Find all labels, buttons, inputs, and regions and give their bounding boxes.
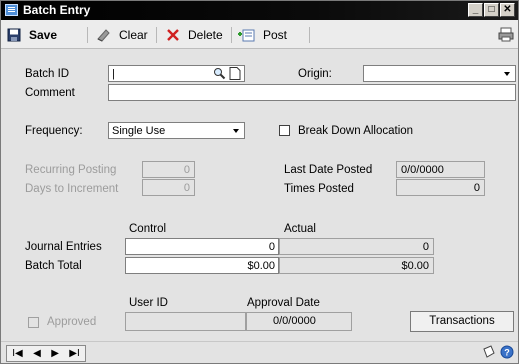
clear-button[interactable]: Clear: [95, 26, 148, 44]
batch-id-input[interactable]: |: [108, 65, 245, 82]
journal-entries-control-value: 0: [268, 241, 275, 253]
days-to-increment-field: 0: [142, 179, 195, 196]
save-label: Save: [29, 28, 58, 42]
transactions-button[interactable]: Transactions: [410, 311, 514, 332]
note-icon[interactable]: [482, 345, 496, 359]
batch-total-label: Batch Total: [25, 260, 82, 272]
last-date-posted-field: 0/0/0000: [396, 161, 485, 178]
frequency-dropdown[interactable]: Single Use: [108, 122, 245, 139]
last-date-posted-label: Last Date Posted: [284, 164, 373, 176]
maximize-button[interactable]: □: [484, 3, 499, 17]
batch-total-control-input[interactable]: $0.00: [125, 257, 279, 274]
toolbar-separator: [231, 27, 232, 43]
next-record-button[interactable]: ▶: [51, 348, 59, 359]
svg-text:?: ?: [504, 348, 510, 358]
eraser-icon: [97, 29, 110, 42]
last-date-posted-value: 0/0/0000: [401, 164, 444, 176]
save-button[interactable]: Save: [7, 26, 57, 44]
days-to-increment-value: 0: [183, 182, 190, 194]
post-label: Post: [263, 28, 288, 42]
batch-id-value: |: [112, 68, 115, 80]
recurring-posting-field: 0: [142, 161, 195, 178]
last-record-button[interactable]: ▶I: [69, 348, 79, 359]
printer-icon[interactable]: [498, 27, 514, 42]
journal-entries-actual-field: 0: [279, 238, 434, 255]
break-down-allocation-label: Break Down Allocation: [298, 125, 414, 137]
delete-label: Delete: [188, 28, 223, 42]
days-to-increment-label: Days to Increment: [25, 183, 119, 195]
clear-label: Clear: [119, 28, 148, 42]
user-id-field: [125, 312, 246, 331]
title-bar: Batch Entry _ □ ✕: [1, 1, 518, 20]
recurring-posting-value: 0: [183, 164, 190, 176]
recurring-posting-label: Recurring Posting: [25, 164, 117, 176]
record-navigation: I◀ ◀ ▶ ▶I: [6, 345, 86, 362]
previous-record-button[interactable]: ◀: [33, 348, 41, 359]
batch-id-label: Batch ID: [25, 68, 70, 80]
comment-input[interactable]: [108, 84, 516, 101]
first-record-button[interactable]: I◀: [12, 348, 22, 359]
approval-date-value: 0/0/0000: [273, 315, 316, 327]
batch-total-actual-value: $0.00: [401, 260, 429, 272]
toolbar-separator: [87, 27, 88, 43]
new-document-icon[interactable]: [229, 67, 241, 80]
post-button[interactable]: Post: [237, 26, 287, 44]
actual-header: Actual: [284, 223, 316, 235]
save-icon: [7, 28, 21, 42]
window-title: Batch Entry: [23, 3, 91, 17]
journal-entries-actual-value: 0: [422, 241, 429, 253]
delete-button[interactable]: Delete: [166, 26, 223, 44]
chevron-down-icon[interactable]: [229, 123, 244, 138]
control-header: Control: [129, 223, 167, 235]
approved-label: Approved: [47, 316, 97, 328]
user-id-header: User ID: [129, 297, 168, 309]
status-bar: I◀ ◀ ▶ ▶I ?: [1, 341, 518, 363]
origin-dropdown[interactable]: [363, 65, 516, 82]
help-icon[interactable]: ?: [500, 345, 514, 359]
journal-entries-label: Journal Entries: [25, 241, 102, 253]
origin-label: Origin:: [298, 68, 332, 80]
minimize-button[interactable]: _: [468, 3, 483, 17]
delete-x-icon: [167, 29, 179, 41]
break-down-allocation-checkbox[interactable]: [279, 125, 290, 136]
toolbar-separator: [156, 27, 157, 43]
times-posted-label: Times Posted: [284, 183, 354, 195]
toolbar-separator: [309, 27, 310, 43]
window-icon: [5, 4, 18, 16]
chevron-down-icon[interactable]: [500, 66, 515, 81]
lookup-icon[interactable]: [213, 67, 226, 80]
times-posted-field: 0: [396, 179, 485, 196]
batch-entry-window: Batch Entry _ □ ✕ Save Clear Delete Post…: [0, 0, 519, 364]
frequency-label: Frequency:: [25, 125, 83, 137]
approval-date-header: Approval Date: [247, 297, 320, 309]
batch-total-control-value: $0.00: [247, 260, 275, 272]
approval-date-field: 0/0/0000: [246, 312, 352, 331]
times-posted-value: 0: [473, 182, 480, 194]
post-icon: [238, 29, 255, 42]
approved-checkbox: [28, 317, 39, 328]
journal-entries-control-input[interactable]: 0: [125, 238, 279, 255]
toolbar: Save Clear Delete Post: [1, 20, 518, 49]
batch-total-actual-field: $0.00: [279, 257, 434, 274]
close-button[interactable]: ✕: [500, 3, 515, 17]
comment-label: Comment: [25, 87, 75, 99]
frequency-value: Single Use: [112, 125, 166, 137]
